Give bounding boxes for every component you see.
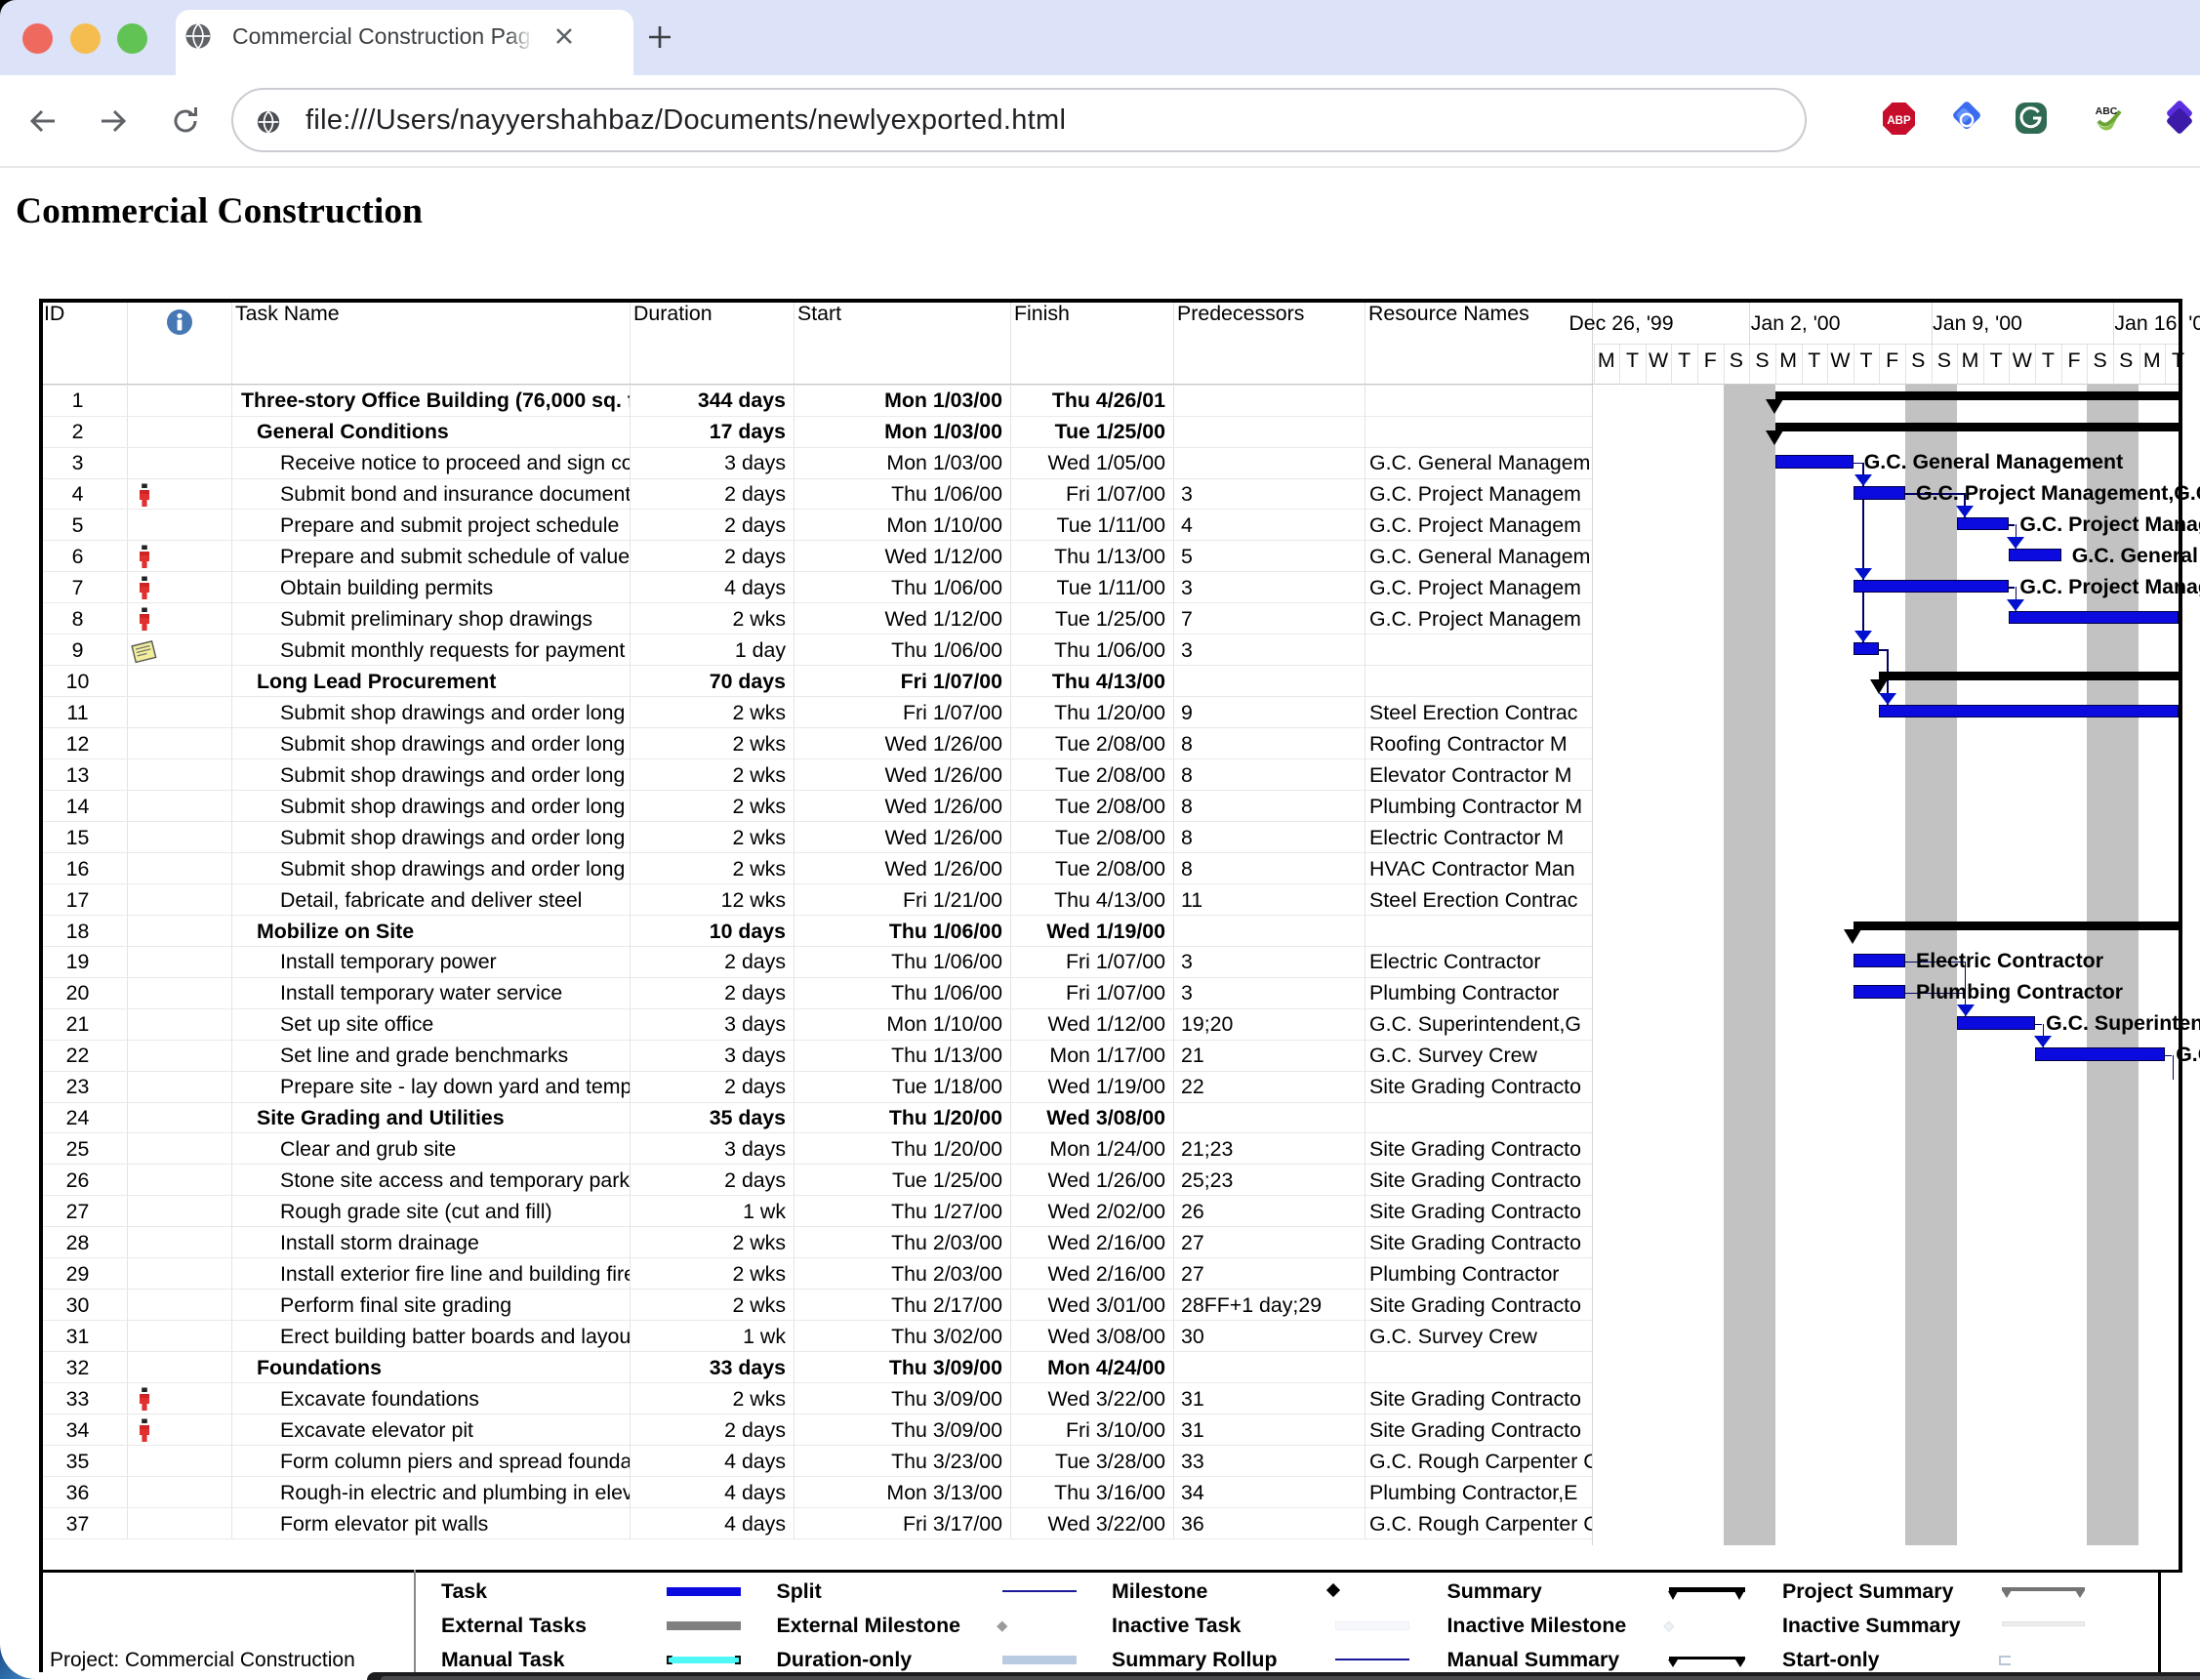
svg-text:ABC: ABC (2096, 105, 2118, 117)
svg-text:ABP: ABP (1887, 115, 1911, 127)
